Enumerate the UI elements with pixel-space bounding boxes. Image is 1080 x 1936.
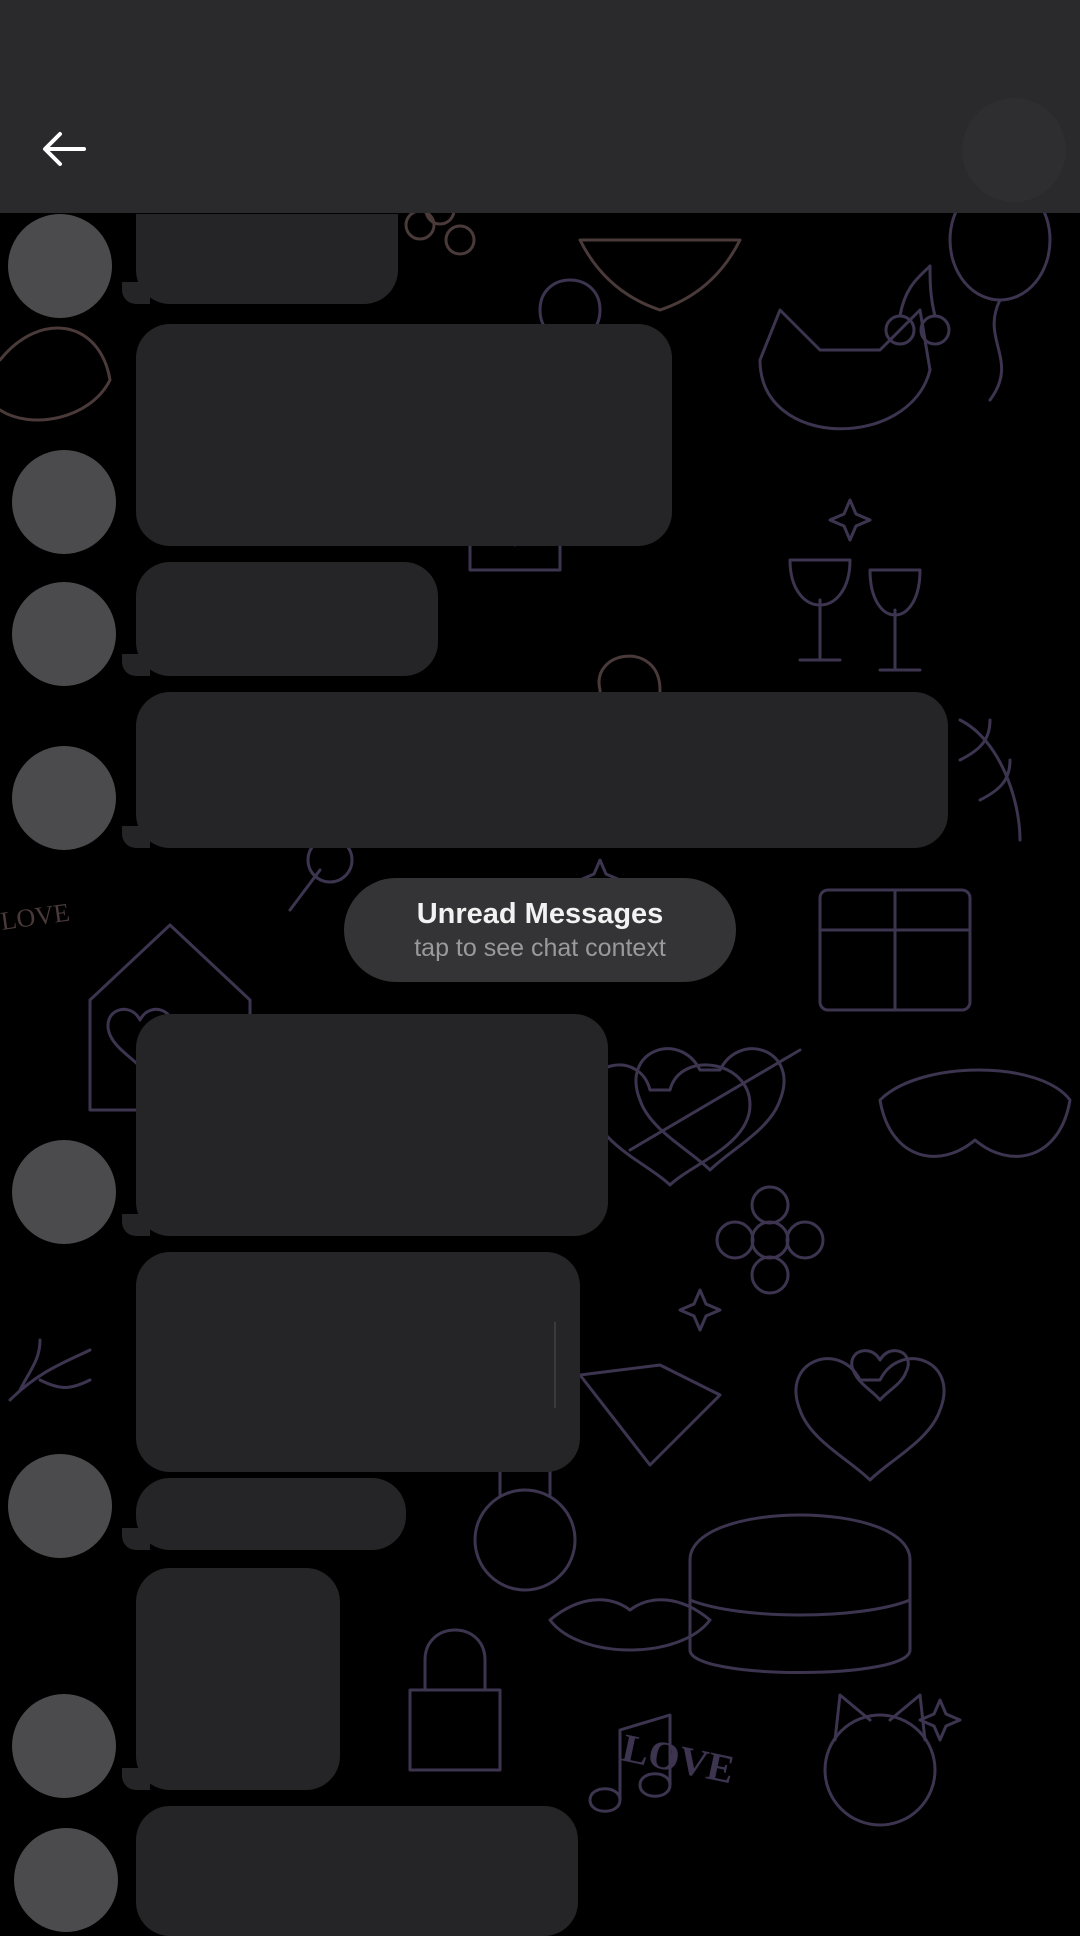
arrow-heart-doodle [587, 1048, 802, 1187]
eyemask-doodle [878, 1068, 1072, 1158]
cake-doodle [688, 1513, 912, 1674]
cat-doodle [823, 1713, 937, 1827]
love-doodle-text: LOVE [618, 1725, 738, 1793]
sender-avatar[interactable] [8, 1454, 112, 1558]
lock-doodle [408, 1628, 502, 1772]
love-banner-text: LOVE [0, 898, 71, 936]
bunny-doodle [473, 1488, 577, 1592]
message-bubble[interactable] [122, 1478, 406, 1550]
gem-doodle [578, 1363, 722, 1467]
message-bubble[interactable] [122, 1014, 608, 1236]
bird-doodle [0, 326, 112, 422]
message-bubble[interactable] [122, 692, 948, 848]
chat-avatar[interactable] [962, 98, 1066, 202]
sender-avatar[interactable] [8, 214, 112, 318]
message-bubble[interactable] [136, 324, 672, 546]
sender-avatar[interactable] [12, 746, 116, 850]
unread-subtitle: tap to see chat context [414, 934, 666, 962]
message-bubble[interactable] [136, 1806, 578, 1936]
sender-avatar[interactable] [12, 582, 116, 686]
unread-messages-pill[interactable]: Unread Messages tap to see chat context [344, 878, 736, 982]
sender-avatar[interactable] [12, 1140, 116, 1244]
message-bubble[interactable] [136, 1252, 580, 1472]
sender-avatar[interactable] [14, 1828, 118, 1932]
glass-doodle [788, 558, 852, 662]
leaf-doodle [8, 1338, 92, 1402]
mask-doodle [758, 308, 932, 431]
lips-doodle [548, 1598, 712, 1652]
back-button[interactable] [30, 115, 98, 183]
bikini-doodle [578, 238, 742, 312]
sender-avatar[interactable] [12, 1694, 116, 1798]
leaf-doodle [958, 718, 1022, 842]
heart-doodle [794, 1357, 946, 1482]
sender-avatar[interactable] [12, 450, 116, 554]
flower-doodle [750, 1220, 790, 1260]
arrow-left-icon [43, 132, 86, 166]
heart-doodle [634, 1047, 786, 1172]
chat-header [0, 0, 1080, 213]
media-divider [554, 1322, 556, 1408]
heart-doodle [850, 1349, 910, 1402]
message-bubble[interactable] [122, 1568, 340, 1790]
message-bubble[interactable] [122, 562, 438, 676]
unread-title: Unread Messages [416, 898, 664, 930]
message-bubble[interactable] [122, 214, 398, 304]
